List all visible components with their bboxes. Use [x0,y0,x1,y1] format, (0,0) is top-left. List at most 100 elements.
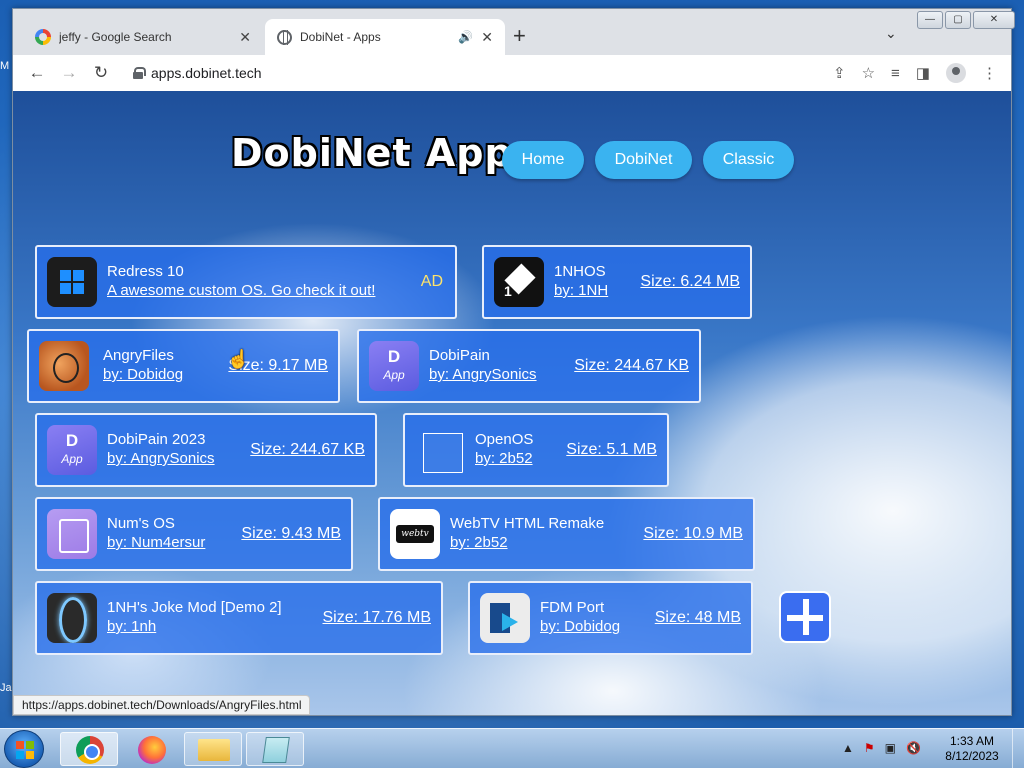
app-name: 1NHOS [554,263,606,280]
app-author[interactable]: by: 2b52 [475,450,533,467]
taskbar-explorer[interactable] [184,732,242,766]
angryfiles-icon [39,341,89,391]
tab-dobinet-apps[interactable]: DobiNet - Apps 🔊 ✕ [265,19,505,55]
numos-icon [47,509,97,559]
nav-home-button[interactable]: Home [502,141,584,179]
bookmark-star-icon[interactable]: ☆ [862,64,875,82]
app-name: 1NH's Joke Mod [Demo 2] [107,599,282,616]
taskbar-notepad[interactable] [246,732,304,766]
profile-avatar[interactable] [946,63,966,83]
google-icon [35,29,51,45]
app-name: OpenOS [475,431,534,448]
app-size[interactable]: Size: 10.9 MB [643,525,743,543]
hand-cursor-icon: ☝ [227,349,250,369]
nav-classic-button[interactable]: Classic [703,141,794,179]
desktop-icon-label: M [0,60,10,72]
volume-muted-icon[interactable]: 🔇 [906,741,921,755]
tab-google-search[interactable]: jeffy - Google Search ✕ [23,19,263,55]
site-logo[interactable]: DobiNet Apps [231,131,536,175]
page-content: DobiNet Apps Home DobiNet Classic Redres… [13,91,1011,715]
app-name: Num's OS [107,515,175,532]
notepad-icon [262,737,290,763]
tab-title: jeffy - Google Search [59,30,172,44]
media-controls-icon[interactable]: ≡ [891,65,900,82]
firefox-icon [138,736,166,764]
app-size[interactable]: Size: 17.76 MB [323,609,432,627]
system-tray: ▲ ⚑ ▣ 🔇 [842,741,921,755]
clock-time: 1:33 AM [949,734,995,748]
close-tab-icon[interactable]: ✕ [239,29,251,46]
show-desktop-button[interactable] [1012,729,1024,768]
start-button[interactable] [4,730,44,768]
address-bar[interactable]: apps.dobinet.tech [123,59,793,87]
app-card-webtv-html-remake[interactable]: WebTV HTML Remake by: 2b52 Size: 10.9 MB [378,497,755,571]
clock-date: 8/12/2023 [945,749,999,763]
lock-icon[interactable] [133,67,146,79]
toolbar-actions: ⇪ ☆ ≡ ◨ ⋮ [833,63,997,83]
close-tab-icon[interactable]: ✕ [481,29,493,46]
ad-badge: AD [420,273,443,290]
menu-kebab-icon[interactable]: ⋮ [982,64,997,82]
maximize-button[interactable]: ▢ [945,11,971,29]
portal-icon [47,593,97,643]
minimize-button[interactable]: — [917,11,943,29]
network-icon[interactable]: ▣ [885,741,896,755]
site-header: DobiNet Apps Home DobiNet Classic [13,127,1011,187]
app-author[interactable]: by: 2b52 [450,534,508,551]
app-size[interactable]: Size: 244.67 KB [574,357,689,375]
speaker-icon[interactable]: 🔊 [458,30,473,44]
app-size[interactable]: Size: 9.43 MB [241,525,341,543]
dobipain-icon [47,425,97,475]
1nhos-icon [494,257,544,307]
add-app-button[interactable] [779,591,831,643]
app-author[interactable]: by: AngrySonics [107,450,215,467]
app-author[interactable]: by: Dobidog [540,618,620,635]
app-name: AngryFiles [103,347,174,364]
app-card-nums-os[interactable]: Num's OS by: Num4ersur Size: 9.43 MB [35,497,353,571]
forward-button[interactable]: → [53,63,85,83]
app-card-dobipain[interactable]: DobiPain by: AngrySonics Size: 244.67 KB [357,329,701,403]
folder-outline-icon [415,425,465,475]
app-card-1nh-joke-mod[interactable]: 1NH's Joke Mod [Demo 2] by: 1nh Size: 17… [35,581,443,655]
show-hidden-icons-icon[interactable]: ▲ [842,741,854,755]
app-card-angryfiles[interactable]: AngryFiles by: Dobidog Size: 9.17 MB [27,329,340,403]
taskbar-clock[interactable]: 1:33 AM 8/12/2023 [944,734,1000,764]
app-name: FDM Port [540,599,605,616]
tab-strip: jeffy - Google Search ✕ DobiNet - Apps 🔊… [13,9,1015,55]
new-tab-button[interactable]: + [513,25,526,47]
app-card-redress-10[interactable]: Redress 10 A awesome custom OS. Go check… [35,245,457,319]
side-panel-icon[interactable]: ◨ [916,64,930,82]
reload-button[interactable]: ↻ [85,63,117,83]
app-description[interactable]: A awesome custom OS. Go check it out! [107,282,375,299]
app-author[interactable]: by: Num4ersur [107,534,205,551]
url-text[interactable]: apps.dobinet.tech [151,65,262,81]
taskbar-firefox[interactable] [122,732,180,766]
chrome-icon [76,736,104,764]
app-name: DobiPain [429,347,490,364]
app-author[interactable]: by: 1NH [554,282,608,299]
share-icon[interactable]: ⇪ [833,64,846,82]
browser-toolbar: ← → ↻ apps.dobinet.tech ⇪ ☆ ≡ ◨ ⋮ [13,55,1011,91]
app-card-openos[interactable]: OpenOS by: 2b52 Size: 5.1 MB [403,413,669,487]
app-card-1nhos[interactable]: 1NHOS by: 1NH Size: 6.24 MB [482,245,752,319]
close-window-button[interactable]: ✕ [973,11,1015,29]
tab-search-icon[interactable]: ⌄ [885,25,897,42]
app-card-dobipain-2023[interactable]: DobiPain 2023 by: AngrySonics Size: 244.… [35,413,377,487]
app-card-fdm-port[interactable]: FDM Port by: Dobidog Size: 48 MB [468,581,753,655]
back-button[interactable]: ← [21,63,53,83]
app-size[interactable]: Size: 6.24 MB [640,273,740,291]
app-size[interactable]: Size: 48 MB [655,609,741,627]
app-author[interactable]: by: Dobidog [103,366,183,383]
action-center-flag-icon[interactable]: ⚑ [864,741,875,755]
fdm-icon [480,593,530,643]
globe-icon [277,29,292,45]
app-name: DobiPain 2023 [107,431,206,448]
app-author[interactable]: by: 1nh [107,618,156,635]
app-name: Redress 10 [107,263,184,280]
nav-dobinet-button[interactable]: DobiNet [595,141,692,179]
app-author[interactable]: by: AngrySonics [429,366,537,383]
taskbar-chrome[interactable] [60,732,118,766]
windows-logo-icon [47,257,97,307]
app-size[interactable]: Size: 244.67 KB [250,441,365,459]
app-size[interactable]: Size: 5.1 MB [566,441,657,459]
